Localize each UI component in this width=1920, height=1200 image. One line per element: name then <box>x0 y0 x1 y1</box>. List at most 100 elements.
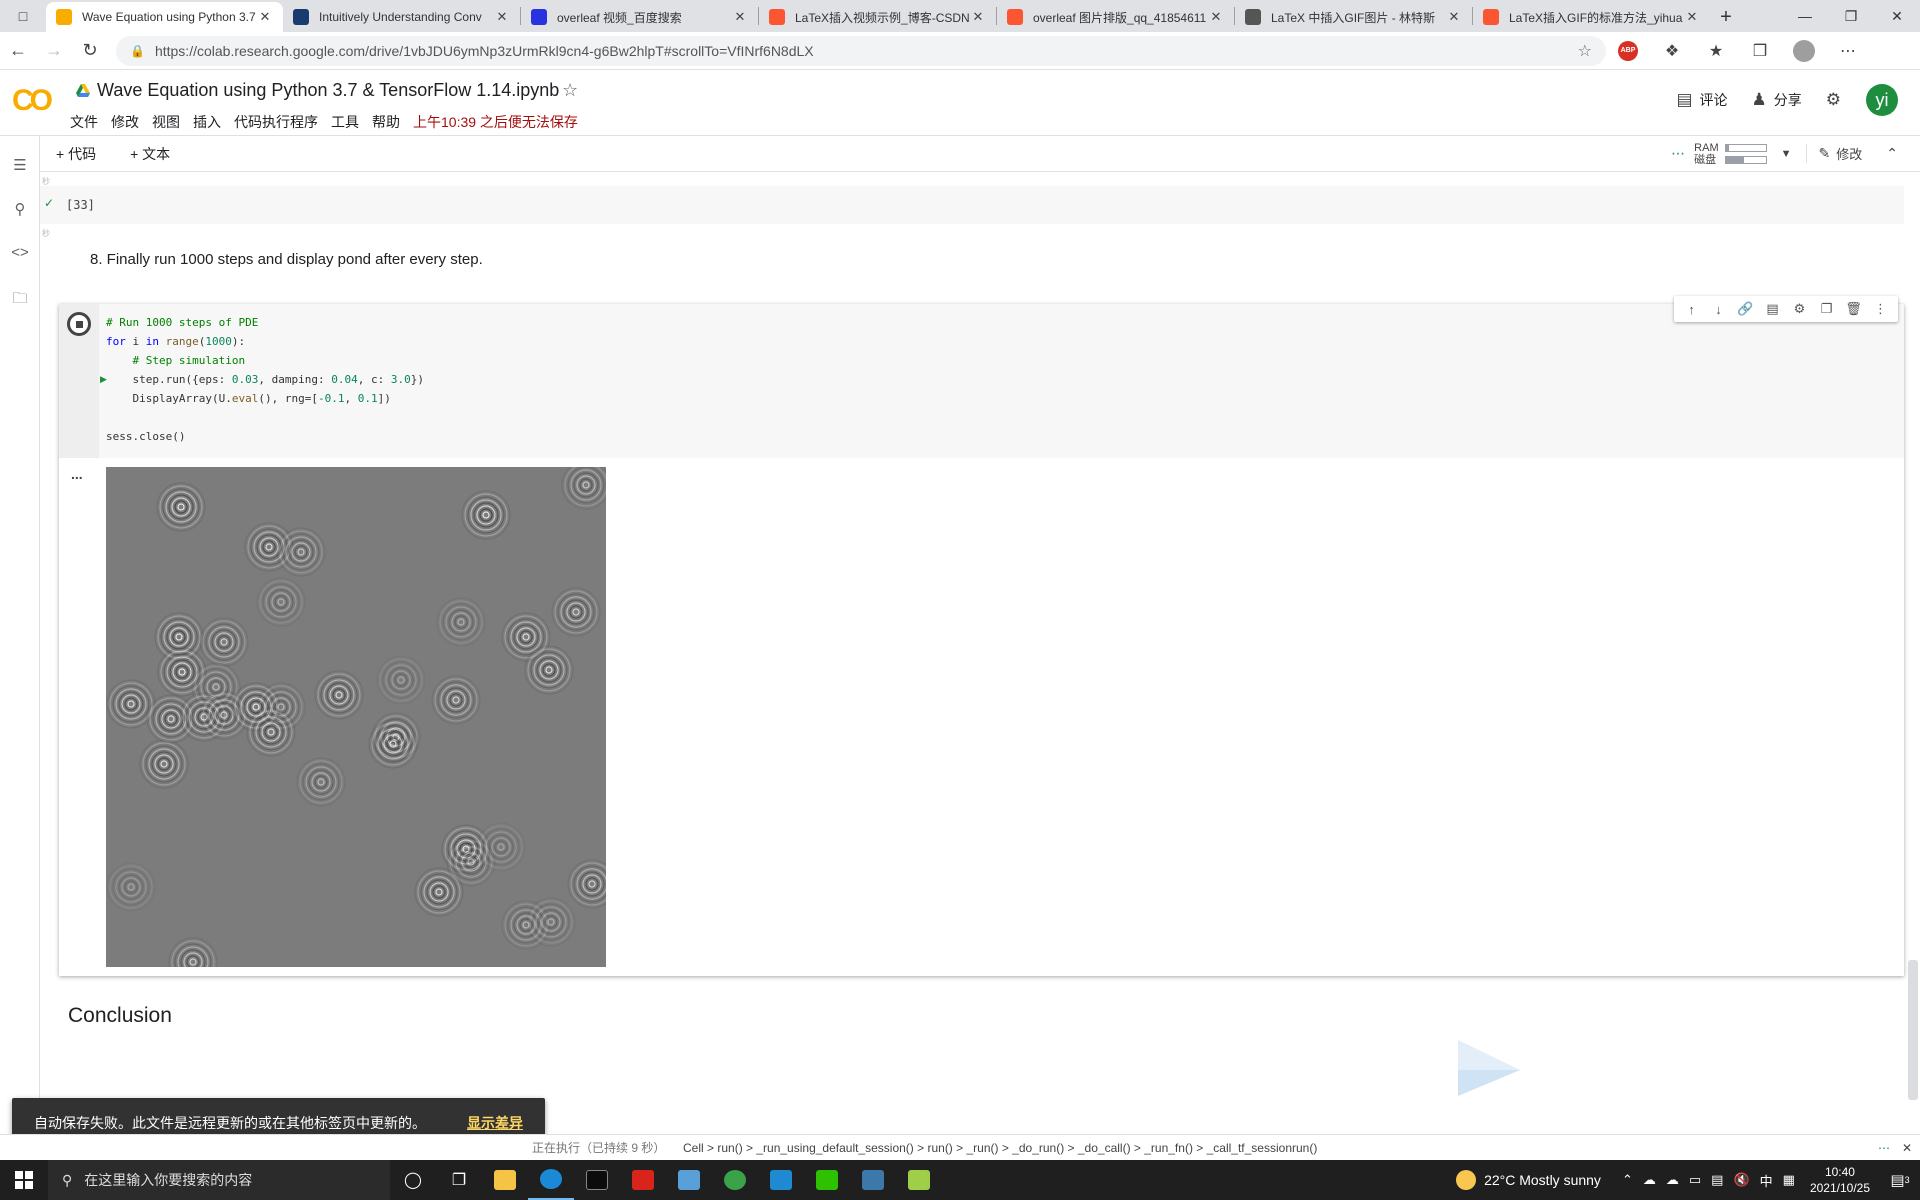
weather-widget[interactable]: 22°C Mostly sunny <box>1456 1170 1601 1190</box>
user-avatar[interactable]: yi <box>1866 84 1898 116</box>
browser-menu-icon[interactable]: ⋯ <box>1826 41 1870 61</box>
onedrive-icon[interactable]: ☁ <box>1643 1172 1656 1188</box>
browser-tab[interactable]: LaTeX插入视频示例_博客-CSDN✕ <box>759 2 996 32</box>
more-options-icon[interactable]: ⋮ <box>1867 301 1894 317</box>
cell-settings-icon[interactable]: ⚙ <box>1786 301 1813 317</box>
menu-help[interactable]: 帮助 <box>372 112 400 132</box>
close-tab-icon[interactable]: ✕ <box>970 9 986 25</box>
show-diff-link[interactable]: 显示差异 <box>467 1113 523 1133</box>
chevron-down-icon[interactable]: ▼ <box>1781 148 1792 160</box>
move-up-icon[interactable]: ↑ <box>1678 302 1705 317</box>
minimize-icon[interactable]: — <box>1782 0 1828 32</box>
forward-button[interactable]: → <box>36 33 72 69</box>
ime-indicator[interactable]: 中 <box>1760 1171 1773 1190</box>
comment-cell-icon[interactable]: ▤ <box>1759 301 1786 317</box>
stop-execution-button[interactable] <box>67 312 91 336</box>
add-code-button[interactable]: + 代码 <box>56 144 96 164</box>
back-button[interactable]: ← <box>0 33 36 69</box>
taskbar-search-box[interactable]: ⚲ 在这里输入你要搜索的内容 <box>48 1160 390 1200</box>
windows-start-icon[interactable] <box>0 1160 48 1200</box>
settings-gear-icon[interactable]: ⚙ <box>1826 90 1848 110</box>
notification-center-icon[interactable]: ▤3 <box>1880 1171 1920 1189</box>
close-window-icon[interactable]: ✕ <box>1874 0 1920 32</box>
cortana-icon[interactable]: ◯ <box>390 1160 436 1200</box>
reload-button[interactable]: ↻ <box>72 33 108 69</box>
save-warning[interactable]: 上午10:39 之后便无法保存 <box>413 112 578 132</box>
restore-icon[interactable]: ❐ <box>1828 0 1874 32</box>
python-app-icon[interactable] <box>850 1160 896 1200</box>
input-method-icon[interactable]: ▦ <box>1783 1172 1795 1188</box>
close-tab-icon[interactable]: ✕ <box>1208 9 1224 25</box>
task-view-icon[interactable]: ❐ <box>436 1160 482 1200</box>
url-field[interactable]: 🔒 https://colab.research.google.com/driv… <box>116 36 1606 66</box>
output-menu-icon[interactable]: ... <box>71 466 83 482</box>
vscode-icon[interactable] <box>758 1160 804 1200</box>
acrobat-icon[interactable] <box>620 1160 666 1200</box>
browser-tab[interactable]: Wave Equation using Python 3.7✕ <box>46 2 283 32</box>
status-more-icon[interactable]: ⋯ <box>1878 1141 1890 1155</box>
tab-actions-icon[interactable]: □ <box>0 0 46 32</box>
code-input[interactable]: ▶ # Run 1000 steps of PDEfor i in range(… <box>59 304 1904 458</box>
favorites-icon[interactable]: ★ <box>1694 41 1738 61</box>
close-tab-icon[interactable]: ✕ <box>494 9 510 25</box>
notebook-title[interactable]: Wave Equation using Python 3.7 & TensorF… <box>97 80 559 101</box>
delete-cell-icon[interactable]: 🗑 <box>1840 301 1867 317</box>
mirror-cell-icon[interactable]: ❐ <box>1813 301 1840 317</box>
previous-code-cell[interactable]: ✓ [33] <box>40 186 1904 224</box>
code-snippets-icon[interactable]: <> <box>10 244 30 261</box>
volume-muted-icon[interactable]: 🔇 <box>1733 1172 1749 1188</box>
browser-tab[interactable]: overleaf 图片排版_qq_41854611✕ <box>997 2 1234 32</box>
browser-tab-strip: □ Wave Equation using Python 3.7✕Intuiti… <box>0 0 1920 32</box>
battery-icon[interactable]: ▭ <box>1689 1172 1701 1188</box>
profile-avatar[interactable] <box>1782 40 1826 62</box>
collections-icon[interactable]: ❒ <box>1738 41 1782 61</box>
anaconda-icon[interactable] <box>712 1160 758 1200</box>
terminal-icon[interactable] <box>574 1160 620 1200</box>
cloud-icon[interactable]: ☁ <box>1666 1172 1679 1188</box>
menu-edit[interactable]: 修改 <box>111 112 139 132</box>
edit-mode-button[interactable]: ✎ 修改 <box>1806 144 1863 163</box>
move-down-icon[interactable]: ↓ <box>1705 302 1732 317</box>
new-tab-button[interactable]: + <box>1710 2 1742 32</box>
browser-tab[interactable]: overleaf 视频_百度搜索✕ <box>521 2 758 32</box>
comment-button[interactable]: ▤评论 <box>1676 90 1727 110</box>
close-tab-icon[interactable]: ✕ <box>1446 9 1462 25</box>
adblock-extension-icon[interactable]: ABP <box>1606 41 1650 61</box>
network-icon[interactable]: ▤ <box>1711 1172 1723 1188</box>
table-of-contents-icon[interactable]: ☰ <box>10 156 30 174</box>
browser-tab[interactable]: LaTeX 中插入GIF图片 - 林特斯✕ <box>1235 2 1472 32</box>
running-code-cell[interactable]: ▶ # Run 1000 steps of PDEfor i in range(… <box>59 304 1904 976</box>
close-tab-icon[interactable]: ✕ <box>1684 9 1700 25</box>
pycharm-icon[interactable] <box>896 1160 942 1200</box>
system-clock[interactable]: 10:40 2021/10/25 <box>1810 1164 1870 1196</box>
menu-file[interactable]: 文件 <box>70 112 98 132</box>
colab-logo[interactable]: CO <box>12 84 49 118</box>
share-button[interactable]: ♟分享 <box>1752 90 1802 110</box>
notebook-scrollbar[interactable] <box>1908 960 1918 1100</box>
files-folder-icon[interactable]: 🗀 <box>10 288 30 313</box>
link-icon[interactable]: 🔗 <box>1732 301 1759 317</box>
edge-browser-icon[interactable] <box>528 1160 574 1200</box>
extensions-puzzle-icon[interactable]: ❖ <box>1650 41 1694 61</box>
browser-tab[interactable]: Intuitively Understanding Conv✕ <box>283 2 520 32</box>
close-tab-icon[interactable]: ✕ <box>732 9 748 25</box>
menu-runtime[interactable]: 代码执行程序 <box>234 112 318 132</box>
close-tab-icon[interactable]: ✕ <box>257 9 273 25</box>
collapse-header-icon[interactable]: ⌃ <box>1886 145 1898 162</box>
file-explorer-icon[interactable] <box>482 1160 528 1200</box>
menu-insert[interactable]: 插入 <box>193 112 221 132</box>
resource-monitor[interactable]: ⋯ RAM 磁盘 ▼ <box>1671 142 1791 166</box>
menu-tools[interactable]: 工具 <box>331 112 359 132</box>
add-text-button[interactable]: + 文本 <box>130 144 170 164</box>
wechat-icon[interactable] <box>804 1160 850 1200</box>
chevron-up-icon[interactable]: ⌃ <box>1622 1172 1633 1188</box>
close-status-icon[interactable]: ✕ <box>1902 1141 1912 1155</box>
favorite-star-icon[interactable]: ☆ <box>1578 41 1592 61</box>
menu-view[interactable]: 视图 <box>152 112 180 132</box>
code-editor[interactable]: # Run 1000 steps of PDEfor i in range(10… <box>106 313 424 446</box>
star-notebook-icon[interactable]: ☆ <box>562 80 578 101</box>
browser-tab[interactable]: LaTeX插入GIF的标准方法_yihua✕ <box>1473 2 1710 32</box>
executed-check-icon: ✓ <box>44 196 54 210</box>
notes-app-icon[interactable] <box>666 1160 712 1200</box>
search-icon[interactable]: ⚲ <box>10 200 30 218</box>
